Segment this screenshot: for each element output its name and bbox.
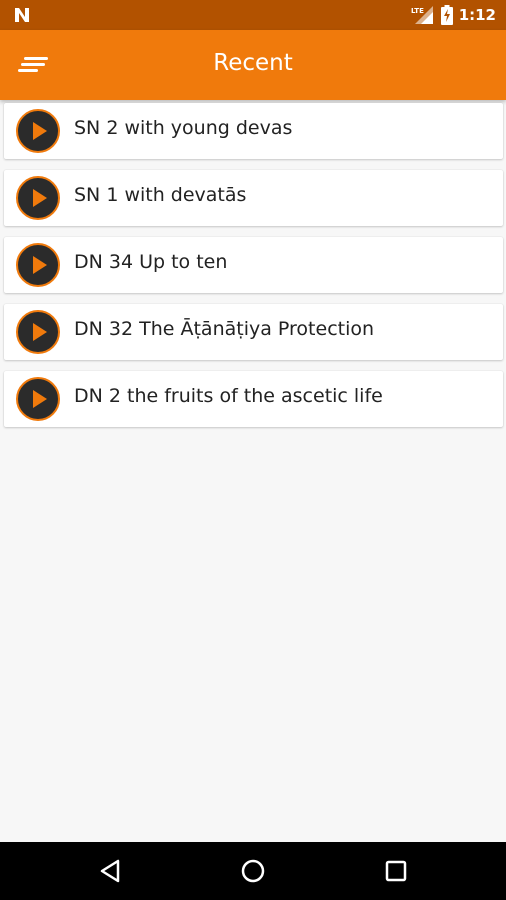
network-type-label: LTE — [411, 7, 424, 15]
play-button[interactable] — [16, 243, 60, 287]
play-button[interactable] — [16, 176, 60, 220]
notification-n-icon — [15, 8, 29, 22]
play-button[interactable] — [16, 310, 60, 354]
list-item[interactable]: DN 34 Up to ten — [4, 237, 503, 293]
play-icon — [33, 390, 47, 408]
list-item-label: DN 2 the fruits of the ascetic life — [74, 385, 383, 407]
play-icon — [33, 189, 47, 207]
status-time: 1:12 — [458, 6, 496, 24]
play-button[interactable] — [16, 377, 60, 421]
lte-signal-icon: LTE — [411, 6, 433, 24]
app-bar: Recent — [0, 30, 506, 100]
list-item-label: DN 32 The Āṭānāṭiya Protection — [74, 318, 375, 340]
list-item[interactable]: DN 32 The Āṭānāṭiya Protection — [4, 304, 503, 360]
play-icon — [33, 122, 47, 140]
play-icon — [33, 323, 47, 341]
list-item-label: SN 2 with young devas — [74, 117, 293, 139]
list-item-label: DN 34 Up to ten — [74, 251, 228, 273]
list-item[interactable]: SN 1 with devatās — [4, 170, 503, 226]
status-bar: LTE 1:12 — [0, 0, 506, 30]
play-button[interactable] — [16, 109, 60, 153]
back-triangle-icon[interactable] — [96, 856, 126, 886]
recent-list: SN 2 with young devas SN 1 with devatās … — [4, 103, 503, 438]
list-item[interactable]: SN 2 with young devas — [4, 103, 503, 159]
home-circle-icon[interactable] — [238, 856, 268, 886]
page-title: Recent — [213, 50, 293, 76]
play-icon — [33, 256, 47, 274]
list-item-label: SN 1 with devatās — [74, 184, 247, 206]
navigation-bar — [0, 842, 506, 900]
recents-square-icon[interactable] — [381, 856, 411, 886]
list-item[interactable]: DN 2 the fruits of the ascetic life — [4, 371, 503, 427]
battery-charging-icon — [440, 5, 453, 25]
